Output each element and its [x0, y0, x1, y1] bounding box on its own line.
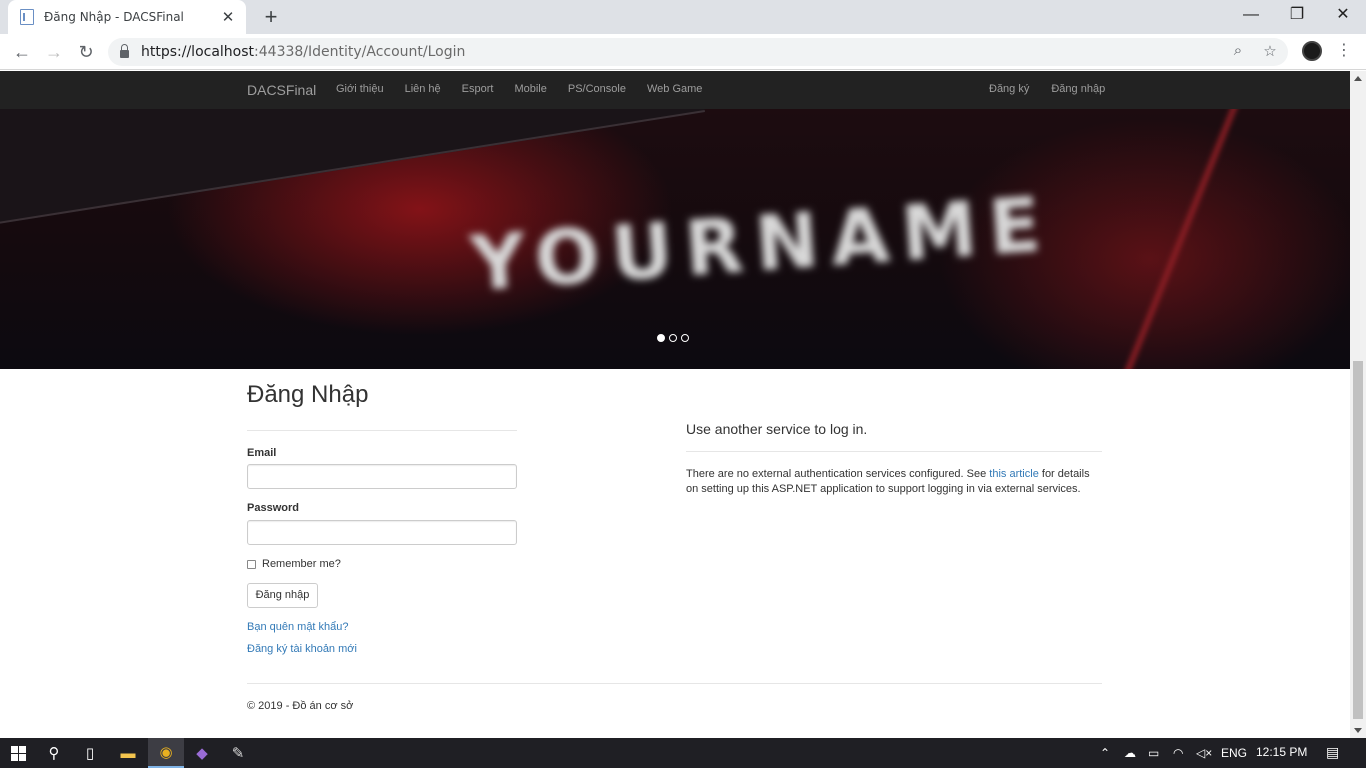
new-tab-button[interactable]: +	[258, 4, 284, 30]
paint-icon[interactable]: ✎	[220, 738, 256, 768]
nav-link-lien-he[interactable]: Liên hệ	[405, 83, 441, 95]
windows-taskbar: ⚲ ▯ ▬ ◉ ◆ ✎ ⌃ ☁ ▭ ◠ ◁× ENG 12:15 PM ▤	[0, 738, 1366, 768]
nav-link-register[interactable]: Đăng ký	[989, 83, 1029, 95]
window-close-icon[interactable]: ✕	[1320, 0, 1366, 30]
windows-logo-icon	[10, 745, 26, 761]
carousel-dot-3[interactable]	[681, 334, 689, 342]
bookmark-star-icon[interactable]: ☆	[1260, 42, 1280, 60]
footer-divider	[247, 683, 1102, 684]
wifi-icon[interactable]: ◠	[1173, 746, 1183, 760]
this-article-link[interactable]: this article	[989, 468, 1039, 480]
browser-tab[interactable]: Đăng Nhập - DACSFinal ✕	[8, 0, 246, 34]
nav-account-links: Đăng ký Đăng nhập	[989, 83, 1127, 95]
address-bar[interactable]: https://localhost:44338/Identity/Account…	[108, 38, 1288, 66]
reload-icon[interactable]: ↻	[74, 40, 98, 64]
divider	[686, 451, 1102, 452]
remember-me-checkbox[interactable]	[247, 560, 256, 569]
nav-link-web-game[interactable]: Web Game	[647, 83, 702, 95]
divider	[247, 430, 517, 431]
language-indicator[interactable]: ENG	[1221, 746, 1247, 760]
forgot-password-link[interactable]: Bạn quên mật khẩu?	[247, 621, 349, 633]
page-viewport: DACSFinal Giới thiệu Liên hệ Esport Mobi…	[0, 71, 1350, 738]
battery-icon[interactable]: ▭	[1148, 746, 1159, 760]
external-login-title: Use another service to log in.	[686, 421, 868, 437]
scroll-down-icon[interactable]	[1354, 728, 1362, 733]
carousel-indicators	[657, 334, 689, 342]
page-favicon-icon	[20, 9, 34, 25]
remember-me-label[interactable]: Remember me?	[262, 558, 341, 570]
password-label: Password	[247, 502, 299, 514]
scroll-thumb[interactable]	[1353, 361, 1363, 719]
register-new-account-link[interactable]: Đăng ký tài khoản mới	[247, 643, 357, 655]
lock-icon	[120, 44, 129, 58]
nav-link-mobile[interactable]: Mobile	[514, 83, 546, 95]
carousel-dot-1[interactable]	[657, 334, 665, 342]
carousel-dot-2[interactable]	[669, 334, 677, 342]
footer-copyright: © 2019 - Đồ án cơ sở	[247, 700, 354, 712]
tab-close-icon[interactable]: ✕	[220, 8, 236, 26]
visual-studio-icon[interactable]: ◆	[184, 738, 220, 768]
email-field[interactable]	[247, 464, 517, 489]
browser-titlebar: Đăng Nhập - DACSFinal ✕ + — ❐ ✕	[0, 0, 1366, 34]
file-explorer-icon[interactable]: ▬	[110, 738, 146, 768]
nav-link-esport[interactable]: Esport	[462, 83, 494, 95]
url-text: https://localhost:44338/Identity/Account…	[141, 44, 466, 60]
banner-stripe	[0, 109, 705, 225]
password-field[interactable]	[247, 520, 517, 545]
nav-link-ps-console[interactable]: PS/Console	[568, 83, 626, 95]
minimize-icon[interactable]: —	[1228, 0, 1274, 30]
page-title: Đăng Nhập	[247, 381, 369, 408]
task-view-icon[interactable]: ▯	[72, 738, 108, 768]
start-button[interactable]	[0, 738, 36, 768]
browser-toolbar: ← → ↻ https://localhost:44338/Identity/A…	[0, 34, 1366, 70]
profile-avatar[interactable]	[1302, 41, 1322, 61]
taskbar-clock[interactable]: 12:15 PM	[1256, 745, 1307, 759]
login-submit-button[interactable]: Đăng nhập	[247, 583, 318, 608]
restore-icon[interactable]: ❐	[1274, 0, 1320, 30]
page-scrollbar[interactable]	[1350, 71, 1366, 738]
email-label: Email	[247, 447, 277, 459]
zoom-icon[interactable]: ⌕	[1228, 42, 1248, 59]
volume-mute-icon[interactable]: ◁×	[1196, 746, 1212, 760]
nav-link-login[interactable]: Đăng nhập	[1051, 83, 1105, 95]
forward-icon[interactable]: →	[42, 40, 66, 64]
back-icon[interactable]: ←	[10, 40, 34, 64]
external-login-text: There are no external authentication ser…	[686, 468, 1090, 495]
browser-menu-icon[interactable]: ⋮	[1336, 40, 1352, 60]
site-navbar: DACSFinal Giới thiệu Liên hệ Esport Mobi…	[0, 71, 1350, 109]
tray-expand-icon[interactable]: ⌃	[1100, 746, 1110, 760]
scroll-up-icon[interactable]	[1354, 76, 1362, 81]
chrome-icon[interactable]: ◉	[148, 738, 184, 768]
site-brand[interactable]: DACSFinal	[247, 82, 316, 98]
notifications-icon[interactable]: ▤	[1326, 744, 1339, 761]
nav-links: Giới thiệu Liên hệ Esport Mobile PS/Cons…	[336, 83, 723, 95]
search-icon[interactable]: ⚲	[36, 738, 72, 768]
hero-carousel: YOURNAME	[0, 109, 1350, 369]
tab-title: Đăng Nhập - DACSFinal	[44, 10, 184, 24]
onedrive-icon[interactable]: ☁	[1124, 746, 1136, 760]
nav-link-gioi-thieu[interactable]: Giới thiệu	[336, 83, 384, 95]
